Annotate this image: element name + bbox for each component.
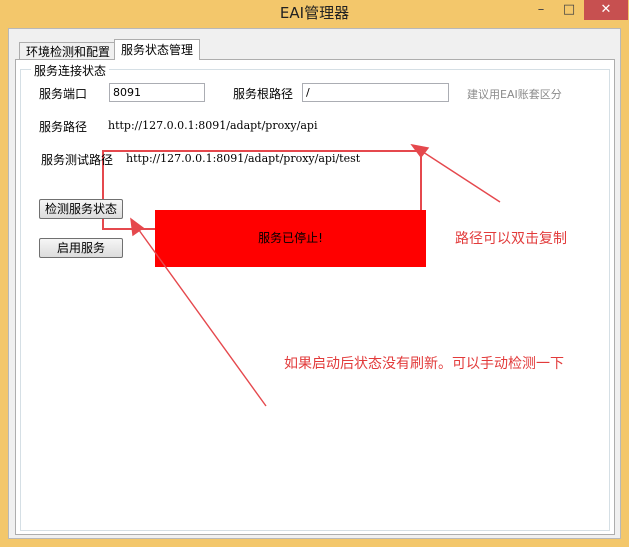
tab-service-status[interactable]: 服务状态管理 (114, 39, 201, 60)
test-path-label: 服务测试路径 (41, 153, 114, 167)
group-title: 服务连接状态 (31, 62, 110, 79)
check-status-button[interactable]: 检测服务状态 (39, 199, 123, 219)
minimize-icon[interactable]: – (528, 0, 554, 20)
title-bar: EAI管理器 – □ ✕ (0, 0, 629, 28)
status-text: 服务已停止! (258, 231, 323, 245)
copy-path-note: 路径可以双击复制 (455, 231, 567, 247)
service-connection-group: 服务连接状态 服务端口 8091 服务根路径 / 建议用EAI账套区分 服务路径… (20, 62, 610, 531)
close-icon[interactable]: ✕ (584, 0, 628, 20)
service-path-value[interactable]: http://127.0.0.1:8091/adapt/proxy/api (108, 119, 317, 132)
root-path-hint: 建议用EAI账套区分 (467, 88, 562, 101)
refresh-note: 如果启动后状态没有刷新。可以手动检测一下 (284, 356, 564, 372)
start-service-button[interactable]: 启用服务 (39, 238, 123, 258)
root-path-input[interactable]: / (302, 83, 449, 102)
root-path-label: 服务根路径 (233, 87, 294, 101)
tab-panel-service-status: 服务连接状态 服务端口 8091 服务根路径 / 建议用EAI账套区分 服务路径… (15, 59, 615, 535)
maximize-icon[interactable]: □ (556, 0, 582, 20)
port-input[interactable]: 8091 (109, 83, 205, 102)
port-label: 服务端口 (39, 87, 88, 101)
status-indicator: 服务已停止! (155, 210, 426, 267)
test-path-value[interactable]: http://127.0.0.1:8091/adapt/proxy/api/te… (126, 152, 360, 165)
tab-environment[interactable]: 环境检测和配置 (19, 42, 118, 60)
window-client: 环境检测和配置 服务状态管理 服务连接状态 服务端口 8091 服务根路径 / … (8, 28, 621, 539)
service-path-label: 服务路径 (39, 120, 88, 134)
